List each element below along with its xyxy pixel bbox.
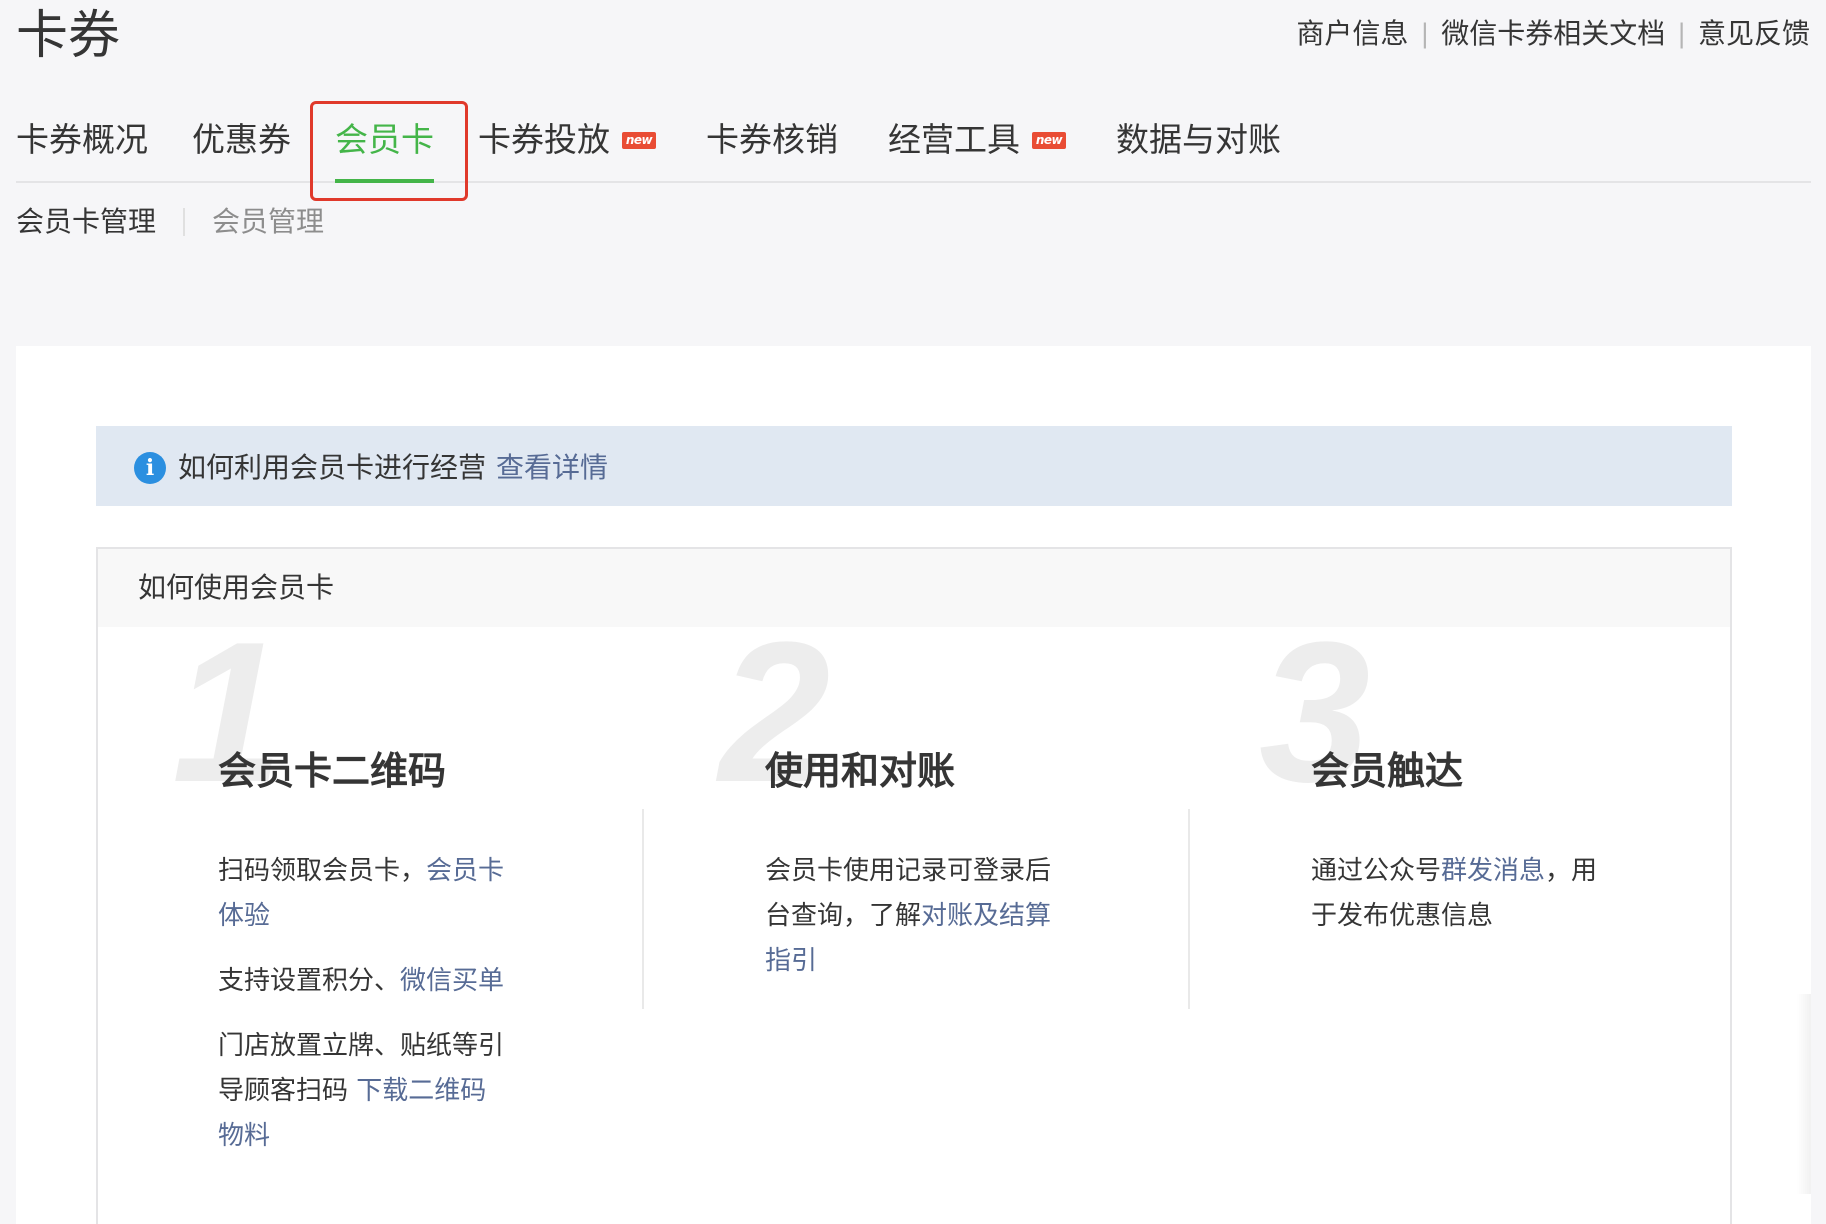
wechat-pay-link[interactable]: 微信买单: [400, 966, 504, 996]
sub-nav-member-management[interactable]: 会员管理: [212, 202, 324, 242]
step-body: 扫码领取会员卡，会员卡体验 支持设置积分、微信买单 门店放置立牌、贴纸等引导顾客…: [218, 849, 508, 1179]
step-text: 扫码领取会员卡，: [218, 856, 427, 886]
step-paragraph: 通过公众号群发消息，用于发布优惠信息: [1311, 849, 1601, 939]
howto-panel: 如何使用会员卡 1 会员卡二维码 扫码领取会员卡，会员卡体验 支持设置积分、微信…: [96, 547, 1732, 1224]
step-title: 会员卡二维码: [218, 749, 447, 793]
card-docs-link[interactable]: 微信卡券相关文档: [1441, 14, 1665, 54]
sub-nav-member-card-management[interactable]: 会员卡管理: [16, 202, 156, 242]
step-paragraph: 扫码领取会员卡，会员卡体验: [218, 849, 508, 939]
content-card: i 如何利用会员卡进行经营 查看详情 如何使用会员卡 1 会员卡二维码 扫码领取…: [16, 346, 1811, 1224]
step-title: 使用和对账: [765, 749, 956, 793]
step-title: 会员触达: [1311, 749, 1464, 793]
tab-label: 数据与对账: [1116, 120, 1281, 159]
tab-member-card[interactable]: 会员卡: [335, 108, 434, 183]
step-paragraph: 支持设置积分、微信买单: [218, 959, 508, 1004]
tab-coupons[interactable]: 优惠券: [192, 108, 291, 183]
tab-data-reconciliation[interactable]: 数据与对账: [1116, 108, 1281, 183]
right-edge-shadow: [1797, 994, 1811, 1194]
tab-label: 优惠券: [192, 120, 291, 159]
info-icon: i: [134, 452, 166, 484]
step-text: 支持设置积分、: [218, 966, 401, 996]
step-paragraph: 门店放置立牌、贴纸等引导顾客扫码 下载二维码物料: [218, 1024, 508, 1159]
page-title: 卡券: [16, 6, 121, 66]
page: 卡券 商户信息 | 微信卡券相关文档 | 意见反馈 卡券概况 优惠券 会员卡 卡…: [0, 0, 1826, 1224]
merchant-info-link[interactable]: 商户信息: [1296, 14, 1408, 54]
info-banner-text: 如何利用会员卡进行经营: [178, 451, 487, 484]
top-link-separator: |: [1677, 19, 1686, 49]
tab-label: 卡券投放: [478, 120, 610, 159]
mass-message-link[interactable]: 群发消息: [1441, 856, 1545, 886]
tab-label: 经营工具: [888, 120, 1020, 159]
howto-title: 如何使用会员卡: [98, 549, 1730, 627]
new-badge: new: [1032, 132, 1066, 149]
tab-card-distribution[interactable]: 卡券投放 new: [478, 108, 656, 183]
sub-nav: 会员卡管理 会员管理: [16, 202, 324, 242]
step-divider: [1188, 809, 1190, 1009]
step-body: 会员卡使用记录可登录后台查询，了解对账及结算指引: [765, 849, 1055, 1004]
tab-label: 卡券概况: [16, 120, 148, 159]
view-details-link[interactable]: 查看详情: [496, 446, 608, 486]
step-divider: [642, 809, 644, 1009]
info-banner: i 如何利用会员卡进行经营 查看详情: [96, 426, 1732, 506]
tab-business-tools[interactable]: 经营工具 new: [888, 108, 1066, 183]
top-link-separator: |: [1420, 19, 1430, 49]
feedback-link[interactable]: 意见反馈: [1698, 14, 1810, 54]
tab-card-overview[interactable]: 卡券概况: [16, 108, 148, 183]
tab-label: 会员卡: [335, 120, 434, 159]
new-badge: new: [622, 132, 656, 149]
step-text: 通过公众号: [1311, 856, 1442, 886]
step-body: 通过公众号群发消息，用于发布优惠信息: [1311, 849, 1601, 959]
main-tabs: 卡券概况 优惠券 会员卡 卡券投放 new 卡券核销 经营工具 new 数据与对…: [16, 108, 1811, 183]
tab-label: 卡券核销: [706, 120, 838, 159]
active-tab-underline: [335, 179, 434, 183]
tab-card-redemption[interactable]: 卡券核销: [706, 108, 838, 183]
step-paragraph: 会员卡使用记录可登录后台查询，了解对账及结算指引: [765, 849, 1055, 984]
sub-nav-divider: [183, 208, 186, 236]
top-links: 商户信息 | 微信卡券相关文档 | 意见反馈: [1296, 14, 1810, 54]
